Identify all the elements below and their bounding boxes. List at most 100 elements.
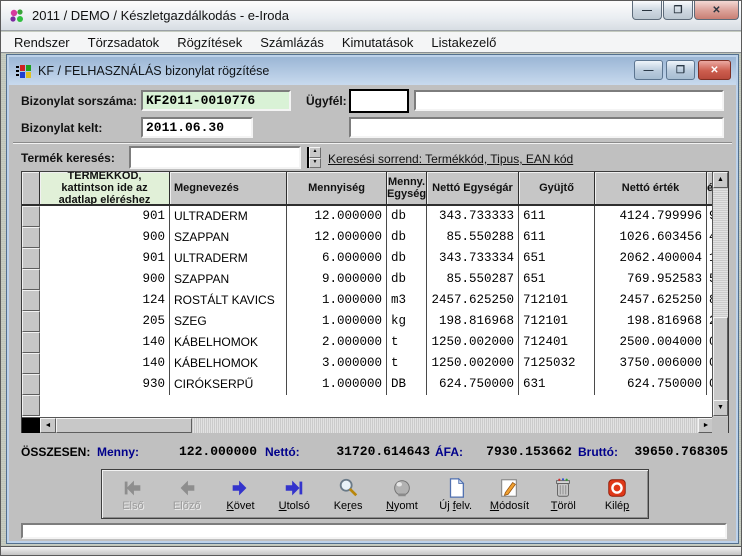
row-selector-cell[interactable]	[22, 290, 40, 311]
scroll-left-icon[interactable]: ◄	[40, 418, 56, 433]
row-selector-cell[interactable]	[22, 395, 40, 416]
grid-header-netto-egysegar: Nettó Egységár	[427, 172, 519, 206]
grid-header-menny-egyseg: Menny. Egység	[387, 172, 427, 206]
table-row[interactable]: 900SZAPPAN12.000000db85.5502886111026.60…	[40, 227, 714, 248]
cell-gyujto: 651	[519, 248, 595, 269]
spinner-up-icon[interactable]: ▲	[309, 147, 321, 158]
minimize-button[interactable]: —	[632, 1, 662, 20]
table-row[interactable]: 901ULTRADERM6.000000db343.7333346512062.…	[40, 248, 714, 269]
menu-kimutatasok[interactable]: Kimutatások	[333, 35, 423, 50]
bizonylat-kelt-field[interactable]: 2011.06.30	[141, 117, 253, 138]
maximize-button[interactable]: ❐	[663, 1, 693, 20]
row-selector-cell[interactable]	[22, 248, 40, 269]
dialog-titlebar[interactable]: KF / FELHASZNÁLÁS bizonylat rögzítése — …	[9, 57, 736, 85]
row-selector-cell[interactable]	[22, 227, 40, 248]
row-selector-cell[interactable]	[22, 311, 40, 332]
menu-szamlazas[interactable]: Számlázás	[251, 35, 333, 50]
osszesen-label: ÖSSZESEN:	[21, 445, 90, 459]
search-order-hint: Keresési sorrend: Termékkód, Tipus, EAN …	[328, 152, 573, 166]
scroll-up-icon[interactable]: ▲	[713, 172, 728, 188]
table-row[interactable]: 901ULTRADERM12.000000db343.7333336114124…	[40, 206, 714, 227]
dialog-close-button[interactable]: ✕	[698, 60, 731, 80]
search-button[interactable]: Keres	[322, 472, 374, 516]
exit-button[interactable]: Kilép	[591, 472, 643, 516]
brutto-total: 39650.768305	[620, 444, 728, 459]
last-button[interactable]: Utolsó	[268, 472, 320, 516]
row-selector-cell[interactable]	[22, 206, 40, 227]
bizonylat-sorszama-field[interactable]: KF2011-0010776	[141, 90, 291, 111]
search-label: Keres	[334, 500, 363, 512]
cell-egyseg: m3	[387, 290, 427, 311]
cell-ertek: 198.816968	[595, 311, 707, 332]
close-button[interactable]: ✕	[694, 1, 739, 20]
grid-header-selector	[22, 172, 40, 206]
cell-menny: 1.000000	[287, 311, 387, 332]
cell-ertek: 769.952583	[595, 269, 707, 290]
dialog-windows-logo-icon	[15, 64, 32, 79]
print-label: Nyomt	[386, 500, 418, 512]
vertical-scroll-thumb[interactable]	[713, 317, 728, 401]
cell-menny: 9.000000	[287, 269, 387, 290]
first-button: Első	[107, 472, 159, 516]
table-row[interactable]: 140KÁBELHOMOK3.000000t1250.0020007125032…	[40, 353, 714, 374]
next-button[interactable]: Követ	[214, 472, 266, 516]
cell-menny: 1.000000	[287, 374, 387, 395]
table-row[interactable]: 140KÁBELHOMOK2.000000t1250.0020007124012…	[40, 332, 714, 353]
cell-kod: 900	[40, 269, 170, 290]
previous-arrow-icon	[175, 477, 199, 499]
previous-label: Előző	[173, 500, 201, 512]
menu-rogzitesek[interactable]: Rögzítések	[168, 35, 251, 50]
netto-label: Nettó:	[265, 445, 300, 459]
horizontal-scrollbar[interactable]: ◄ ►	[22, 417, 714, 433]
grid-corner-cell	[22, 418, 40, 433]
bizonylat-sorszama-label: Bizonylat sorszáma:	[21, 94, 137, 108]
status-input[interactable]	[21, 523, 727, 539]
cell-nev: CIRÓKSERPŰ	[170, 374, 287, 395]
menny-total: 122.000000	[147, 444, 257, 459]
cell-ertek: 2062.400004	[595, 248, 707, 269]
scrollbar-corner	[712, 417, 728, 433]
grid-header-termekkod[interactable]: TERMÉKKÓD, kattintson ide az adatlap elé…	[40, 172, 170, 206]
cell-gyujto: 712101	[519, 290, 595, 311]
dialog-minimize-button[interactable]: —	[634, 60, 663, 80]
horizontal-scroll-thumb[interactable]	[56, 418, 192, 433]
netto-total: 31720.614643	[306, 444, 430, 459]
new-document-icon	[444, 477, 468, 499]
menu-torzsadatok[interactable]: Törzsadatok	[79, 35, 169, 50]
delete-button[interactable]: Töröl	[537, 472, 589, 516]
print-button[interactable]: Nyomt	[376, 472, 428, 516]
table-row[interactable]: 900SZAPPAN9.000000db85.550287651769.9525…	[40, 269, 714, 290]
app-titlebar: 2011 / DEMO / Készletgazdálkodás - e-Iro…	[1, 1, 742, 31]
row-selector-cell[interactable]	[22, 332, 40, 353]
ugyfel-name-field[interactable]	[414, 90, 724, 111]
cell-egysegar: 1250.002000	[427, 332, 519, 353]
table-row[interactable]: 205SZEG1.000000kg198.816968712101198.816…	[40, 311, 714, 332]
partner-name2-field[interactable]	[349, 117, 724, 138]
termek-kereses-input[interactable]	[129, 146, 301, 169]
row-selector-cell[interactable]	[22, 374, 40, 395]
cell-kod: 124	[40, 290, 170, 311]
ugyfel-code-field[interactable]	[349, 89, 409, 113]
vertical-scrollbar[interactable]: ▲ ▼	[712, 172, 728, 417]
spinner-down-icon[interactable]: ▼	[309, 158, 321, 169]
termek-kereses-label: Termék keresés:	[21, 151, 115, 165]
new-record-button[interactable]: Új felv.	[430, 472, 482, 516]
app-title: 2011 / DEMO / Készletgazdálkodás - e-Iro…	[32, 8, 289, 23]
row-selector-cell[interactable]	[22, 269, 40, 290]
grid-header-gyujto: Gyüjtő	[519, 172, 595, 206]
menu-listakezelo[interactable]: Listakezelő	[422, 35, 505, 50]
scroll-down-icon[interactable]: ▼	[713, 400, 728, 416]
table-row[interactable]: 124ROSTÁLT KAVICS1.000000m32457.62525071…	[40, 290, 714, 311]
table-row[interactable]: 930CIRÓKSERPŰ1.000000DB624.750000631624.…	[40, 374, 714, 395]
row-selector-cell[interactable]	[22, 353, 40, 374]
cell-nev: SZEG	[170, 311, 287, 332]
cell-egysegar: 343.733334	[427, 248, 519, 269]
menu-rendszer[interactable]: Rendszer	[5, 35, 79, 50]
cell-ertek: 4124.799996	[595, 206, 707, 227]
bizonylat-kelt-label: Bizonylat kelt:	[21, 121, 102, 135]
dialog-restore-button[interactable]: ❐	[666, 60, 695, 80]
product-grid: TERMÉKKÓD, kattintson ide az adatlap elé…	[21, 171, 729, 433]
modify-button[interactable]: Módosít	[483, 472, 535, 516]
grid-header-row: TERMÉKKÓD, kattintson ide az adatlap elé…	[22, 172, 714, 206]
grid-header-mennyiseg: Mennyiség	[287, 172, 387, 206]
